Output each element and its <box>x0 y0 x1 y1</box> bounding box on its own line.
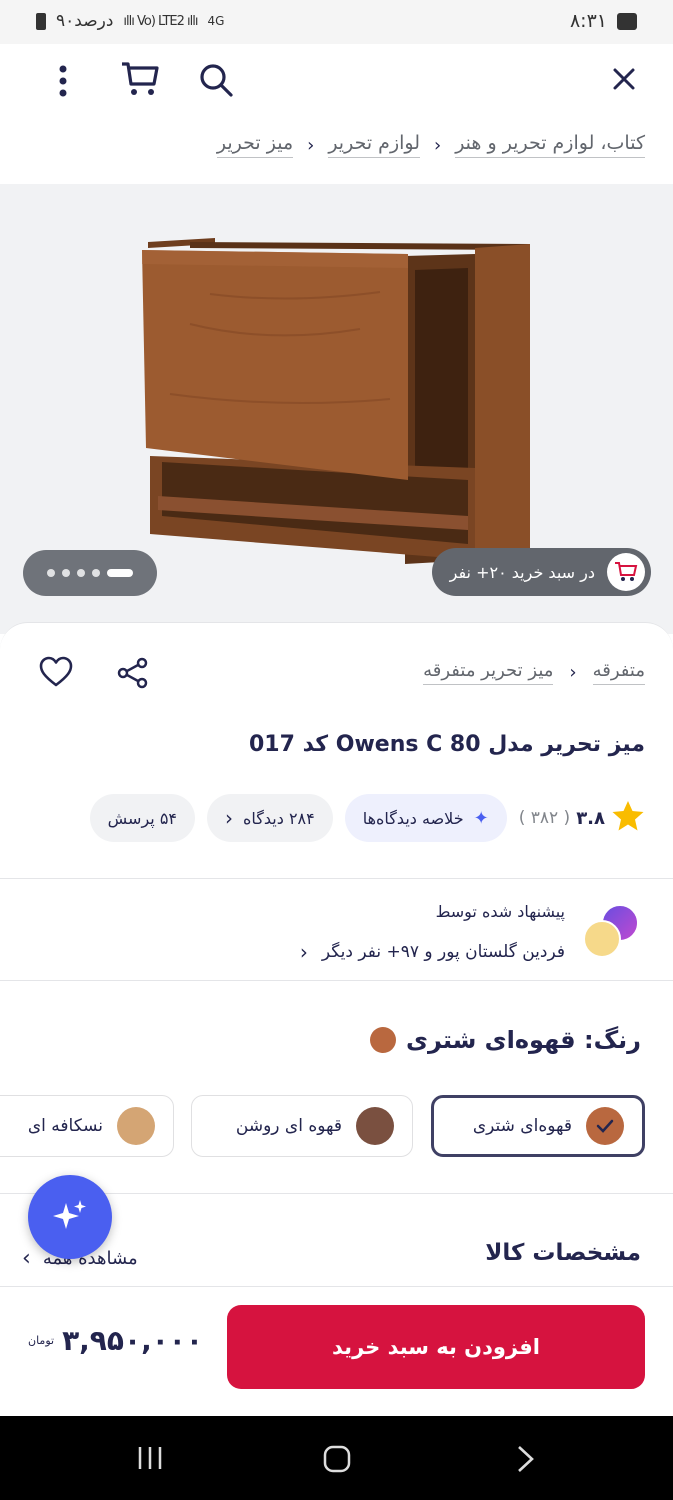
color-option-camel[interactable]: قهوه‌ای شتری <box>431 1095 645 1157</box>
reviews-label: ۲۸۴ دیدگاه <box>243 808 315 828</box>
color-swatch <box>117 1107 155 1145</box>
gallery-icon <box>617 12 637 30</box>
color-swatch <box>586 1107 624 1145</box>
carousel-dot <box>92 569 100 577</box>
chevron-left-icon: ‹ <box>225 806 234 830</box>
chevron-left-icon: ‹ <box>434 134 442 156</box>
avatar <box>583 920 621 958</box>
home-icon[interactable] <box>322 1444 352 1478</box>
color-heading-text: رنگ: قهوه‌ای شتری <box>405 1026 641 1054</box>
color-swatch <box>356 1107 394 1145</box>
chevron-left-icon: ‹ <box>569 662 577 683</box>
suggested-by-names: فردین گلستان پور و ۹۷+ نفر دیگر <box>321 942 565 962</box>
chevron-left-icon: ‹ <box>307 134 315 156</box>
in-cart-badge: در سبد خرید ۲۰+ نفر <box>431 548 651 596</box>
carousel-dot <box>62 569 70 577</box>
heart-icon[interactable] <box>38 656 74 688</box>
questions-button[interactable]: ۵۴ پرسش <box>89 794 196 842</box>
breadcrumb-item[interactable]: میز تحریر <box>216 132 294 158</box>
rating-count: ( ۳۸۲ ) <box>518 808 571 828</box>
suggested-by-title: پیشنهاد شده توسط <box>435 902 565 921</box>
color-heading: رنگ: قهوه‌ای شتری <box>369 1026 641 1054</box>
color-option-label: نسکافه ای <box>27 1116 103 1136</box>
price: تومان ۳,۹۵۰,۰۰۰ <box>28 1324 203 1357</box>
color-option-light-brown[interactable]: قهوه ای روشن <box>191 1095 413 1157</box>
color-option-label: قهوه ای روشن <box>235 1116 342 1136</box>
system-nav-bar <box>0 1416 673 1500</box>
top-app-bar <box>0 44 673 114</box>
network-type: 4G <box>207 14 225 28</box>
check-icon <box>596 1119 614 1133</box>
chevron-left-icon: ‹ <box>299 940 308 964</box>
sparkle-icon <box>53 1200 86 1229</box>
recent-apps-icon[interactable] <box>136 1444 164 1476</box>
rating-row: ۳.۸ ( ۳۸۲ ) ✦ خلاصه دیدگاه‌ها ۲۸۴ دیدگاه… <box>89 794 673 842</box>
category-link[interactable]: متفرقه <box>592 660 645 685</box>
back-icon[interactable] <box>514 1444 538 1478</box>
suggested-by-people[interactable]: فردین گلستان پور و ۹۷+ نفر دیگر ‹ <box>300 940 565 964</box>
star-icon <box>611 800 645 837</box>
sparkle-icon: ✦ <box>473 807 489 829</box>
category-link[interactable]: میز تحریر متفرقه <box>423 660 554 685</box>
chevron-left-icon: ‹ <box>22 1246 31 1271</box>
battery-icon <box>36 12 46 30</box>
share-icon[interactable] <box>116 656 150 690</box>
search-icon[interactable] <box>198 62 234 98</box>
specs-heading: مشخصات کالا <box>485 1240 641 1266</box>
product-title: میز تحریر مدل Owens C 80 کد 017 <box>249 732 645 757</box>
status-left: ۹۰درصد ıllı Vo) LTE2 ıllı 4G <box>36 11 224 31</box>
category-breadcrumb: متفرقه ‹ میز تحریر متفرقه <box>423 660 645 685</box>
color-option-nescafe[interactable]: نسکافه ای <box>0 1095 174 1157</box>
review-summary-button[interactable]: ✦ خلاصه دیدگاه‌ها <box>344 794 507 842</box>
currency-label: تومان <box>28 1334 55 1347</box>
review-summary-label: خلاصه دیدگاه‌ها <box>362 808 464 828</box>
questions-label: ۵۴ پرسش <box>107 808 178 828</box>
status-bar: ۸:۳۱ ۹۰درصد ıllı Vo) LTE2 ıllı 4G <box>0 0 673 44</box>
product-image-carousel[interactable]: در سبد خرید ۲۰+ نفر <box>0 184 673 634</box>
price-value: ۳,۹۵۰,۰۰۰ <box>62 1324 203 1357</box>
breadcrumb: کتاب، لوازم تحریر و هنر ‹ لوازم تحریر ‹ … <box>216 132 645 158</box>
rating-value: ۳.۸ <box>576 807 605 829</box>
breadcrumb-item[interactable]: کتاب، لوازم تحریر و هنر <box>455 132 645 158</box>
carousel-dot <box>47 569 55 577</box>
signal-icon: ıllı Vo) LTE2 ıllı <box>123 13 198 29</box>
cart-icon[interactable] <box>120 60 160 98</box>
breadcrumb-item[interactable]: لوازم تحریر <box>328 132 420 158</box>
carousel-dot <box>77 569 85 577</box>
more-icon[interactable] <box>56 64 70 98</box>
reviews-button[interactable]: ۲۸۴ دیدگاه ‹ <box>207 794 333 842</box>
add-to-cart-button[interactable]: افزودن به سبد خرید <box>227 1305 645 1389</box>
ai-assistant-button[interactable] <box>28 1175 112 1259</box>
carousel-indicator <box>23 550 157 596</box>
clock: ۸:۳۱ <box>569 10 607 32</box>
avatar-stack <box>583 904 639 960</box>
divider <box>0 980 673 981</box>
product-image <box>142 238 530 564</box>
carousel-dot-active <box>107 569 133 577</box>
color-option-label: قهوه‌ای شتری <box>472 1116 572 1136</box>
in-cart-text: در سبد خرید ۲۰+ نفر <box>449 562 595 582</box>
status-time: ۸:۳۱ <box>570 10 637 32</box>
divider <box>0 878 673 879</box>
selected-color-swatch <box>369 1027 396 1053</box>
cart-icon <box>607 553 645 591</box>
rating-summary: ۳.۸ ( ۳۸۲ ) <box>519 800 673 837</box>
close-icon[interactable] <box>611 66 637 92</box>
add-to-cart-label: افزودن به سبد خرید <box>332 1335 540 1359</box>
battery-text: ۹۰درصد <box>56 11 114 31</box>
